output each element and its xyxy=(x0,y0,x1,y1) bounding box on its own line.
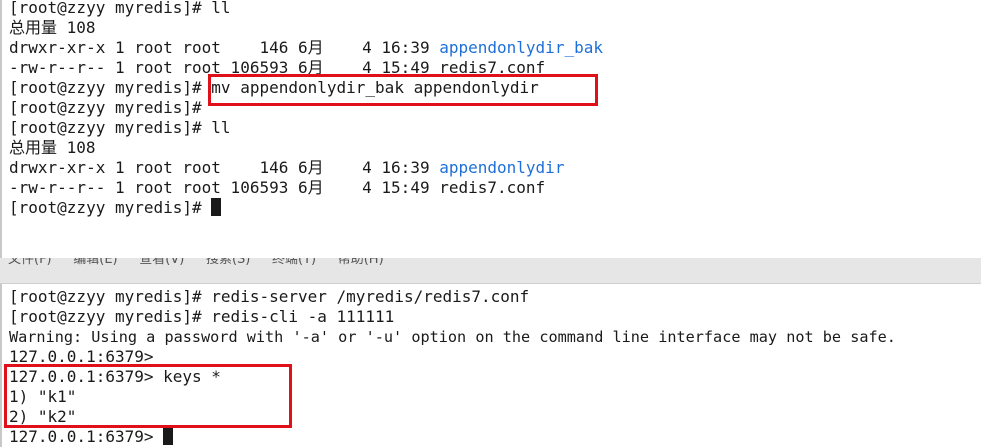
terminal-line: [root@zzyy myredis]# redis-cli -a 111111 xyxy=(9,307,395,326)
bottom-terminal-pane[interactable]: [root@zzyy myredis]# redis-server /myred… xyxy=(0,283,981,447)
terminal-line: [root@zzyy myredis]# ll xyxy=(9,118,231,137)
terminal-line: [root@zzyy myredis]# xyxy=(9,198,222,218)
terminal-line: Warning: Using a password with '-a' or '… xyxy=(9,328,896,346)
terminal-line: 总用量 108 xyxy=(9,18,96,37)
directory-name: appendonlydir xyxy=(439,158,565,177)
directory-name: appendonlydir_bak xyxy=(439,38,603,57)
menu-edit[interactable]: 编辑(E) xyxy=(73,258,117,267)
menu-view[interactable]: 查看(V) xyxy=(139,258,184,267)
terminal-cursor xyxy=(163,427,174,445)
terminal-line: 总用量 108 xyxy=(9,138,96,157)
terminal-line: [root@zzyy myredis]# ll xyxy=(9,0,231,17)
menu-file[interactable]: 文件(F) xyxy=(8,258,52,267)
menu-search[interactable]: 搜索(S) xyxy=(206,258,250,267)
terminal-line: [root@zzyy myredis]# redis-server /myred… xyxy=(9,287,530,306)
menu-bar-remnant: 文件(F) 编辑(E) 查看(V) 搜索(S) 终端(T) 帮助(H) xyxy=(8,258,428,280)
terminal-line: drwxr-xr-x 1 root root 146 6月 4 16:39 ap… xyxy=(9,38,603,57)
top-terminal-pane[interactable]: [root@zzyy myredis]# ll 总用量 108 drwxr-xr… xyxy=(0,0,667,258)
menu-terminal[interactable]: 终端(T) xyxy=(272,258,316,267)
terminal-cursor xyxy=(211,198,222,216)
highlight-box-mv-command xyxy=(208,74,598,106)
menu-help[interactable]: 帮助(H) xyxy=(338,258,384,267)
terminal-line: [root@zzyy myredis]# xyxy=(9,98,202,117)
terminal-line: 127.0.0.1:6379> xyxy=(9,427,174,447)
highlight-box-keys-output xyxy=(4,364,292,428)
terminal-line: -rw-r--r-- 1 root root 106593 6月 4 15:49… xyxy=(9,178,546,197)
terminal-line: drwxr-xr-x 1 root root 146 6月 4 16:39 ap… xyxy=(9,158,565,177)
blank-area xyxy=(665,0,981,258)
